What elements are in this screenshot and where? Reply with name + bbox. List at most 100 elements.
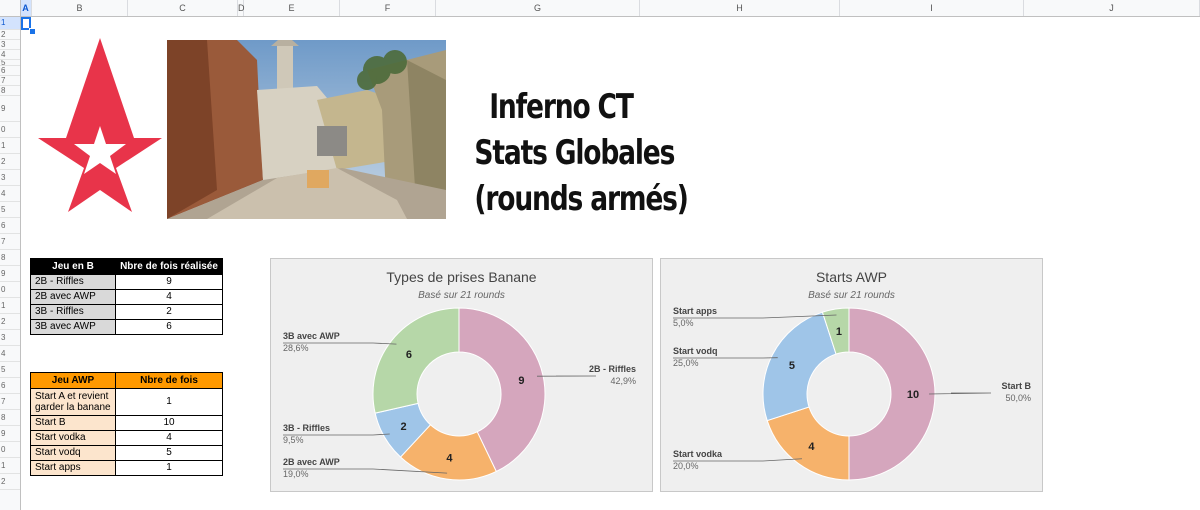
- slice-percent-label: 19,0%: [283, 469, 309, 479]
- row-label[interactable]: Start A et revient garder la banane: [30, 388, 116, 416]
- row-header[interactable]: 9: [0, 426, 20, 442]
- row-label[interactable]: Start vodq: [30, 445, 116, 461]
- slice-name-label: 2B - Riffles: [589, 364, 636, 374]
- row-header[interactable]: 4: [0, 50, 20, 60]
- row-label[interactable]: 2B - Riffles: [30, 274, 116, 290]
- row-label[interactable]: 3B avec AWP: [30, 319, 116, 335]
- column-header-c[interactable]: C: [128, 0, 238, 16]
- title-line-2: Stats Globales: [474, 133, 675, 173]
- row-header[interactable]: 8: [0, 86, 20, 96]
- column-header-b[interactable]: B: [32, 0, 128, 16]
- row-header[interactable]: 6: [0, 378, 20, 394]
- row-header[interactable]: 2: [0, 474, 20, 490]
- column-header-e[interactable]: E: [244, 0, 340, 16]
- column-header-a[interactable]: A: [20, 0, 32, 16]
- row-header[interactable]: 2: [0, 314, 20, 330]
- row-header-bar: 12345678901234567890123456789012: [0, 16, 21, 510]
- row-header[interactable]: 2: [0, 30, 20, 40]
- header-jeu-en-b[interactable]: Jeu en B: [30, 258, 116, 275]
- row-header[interactable]: 5: [0, 202, 20, 218]
- table-row: 2B avec AWP 4: [30, 289, 223, 305]
- row-value[interactable]: 4: [115, 289, 223, 305]
- row-label[interactable]: Start apps: [30, 460, 116, 476]
- fill-handle[interactable]: [29, 28, 36, 35]
- slice-name-label: Start vodka: [673, 449, 723, 459]
- row-header[interactable]: 1: [0, 458, 20, 474]
- row-value[interactable]: 5: [115, 445, 223, 461]
- row-header[interactable]: 8: [0, 250, 20, 266]
- slice-name-label: Start vodq: [673, 346, 718, 356]
- slice-name-label: 3B - Riffles: [283, 423, 330, 433]
- logo-star-shape: [38, 38, 162, 212]
- row-header[interactable]: 9: [0, 96, 20, 122]
- row-value[interactable]: 1: [115, 388, 223, 416]
- title-line-3: (rounds armés): [474, 179, 688, 219]
- slice-value-label: 1: [836, 326, 842, 338]
- slice-value-label: 4: [808, 441, 815, 453]
- row-label-line-1: Start A et revient: [35, 391, 109, 402]
- table-row: Start apps 1: [30, 460, 223, 476]
- slice-name-label: Start apps: [673, 306, 717, 316]
- chart-starts-awp[interactable]: Starts AWP Basé sur 21 rounds 10 Start B5…: [660, 258, 1043, 492]
- slice-percent-label: 5,0%: [673, 318, 694, 328]
- slice-value-label: 9: [518, 375, 524, 387]
- column-header-i[interactable]: I: [840, 0, 1024, 16]
- row-header[interactable]: 1: [0, 298, 20, 314]
- slice-percent-label: 28,6%: [283, 343, 309, 353]
- row-header[interactable]: 6: [0, 218, 20, 234]
- row-header[interactable]: 4: [0, 186, 20, 202]
- table-row: 2B - Riffles 9: [30, 274, 223, 290]
- table-row: 3B - Riffles 2: [30, 304, 223, 320]
- slice-name-label: 2B avec AWP: [283, 457, 340, 467]
- table-row: Start vodka 4: [30, 430, 223, 446]
- row-header[interactable]: 7: [0, 394, 20, 410]
- row-label[interactable]: 3B - Riffles: [30, 304, 116, 320]
- column-header-bar: ABCDEFGHIJ: [0, 0, 1200, 17]
- inferno-map-screenshot: [167, 40, 446, 219]
- row-value[interactable]: 1: [115, 460, 223, 476]
- slice-value-label: 10: [907, 389, 919, 401]
- row-header[interactable]: 0: [0, 442, 20, 458]
- select-all-corner[interactable]: [0, 0, 21, 17]
- slice-percent-label: 25,0%: [673, 358, 699, 368]
- row-value[interactable]: 4: [115, 430, 223, 446]
- row-value[interactable]: 6: [115, 319, 223, 335]
- header-nbre-de-fois-realisee[interactable]: Nbre de fois réalisée: [115, 258, 223, 275]
- row-value[interactable]: 2: [115, 304, 223, 320]
- slice-value-label: 6: [406, 349, 412, 361]
- row-header[interactable]: 6: [0, 66, 20, 76]
- row-header[interactable]: 0: [0, 282, 20, 298]
- column-header-f[interactable]: F: [340, 0, 436, 16]
- row-header[interactable]: 7: [0, 234, 20, 250]
- row-label[interactable]: Start vodka: [30, 430, 116, 446]
- slice-percent-label: 42,9%: [610, 376, 636, 386]
- header-nbre-de-fois[interactable]: Nbre de fois: [115, 372, 223, 389]
- row-header[interactable]: 3: [0, 330, 20, 346]
- header-jeu-awp[interactable]: Jeu AWP: [30, 372, 116, 389]
- row-label[interactable]: Start B: [30, 415, 116, 431]
- row-header[interactable]: 8: [0, 410, 20, 426]
- row-header[interactable]: 3: [0, 170, 20, 186]
- column-header-g[interactable]: G: [436, 0, 640, 16]
- row-header[interactable]: 7: [0, 76, 20, 86]
- row-header[interactable]: 4: [0, 346, 20, 362]
- donut-slice[interactable]: [372, 307, 460, 414]
- chart-types-de-prises-banane[interactable]: Types de prises Banane Basé sur 21 round…: [270, 258, 653, 492]
- row-header[interactable]: 3: [0, 40, 20, 50]
- column-header-j[interactable]: J: [1024, 0, 1200, 16]
- row-label[interactable]: 2B avec AWP: [30, 289, 116, 305]
- table-row: Start vodq 5: [30, 445, 223, 461]
- donut-slice[interactable]: [762, 311, 837, 422]
- column-header-h[interactable]: H: [640, 0, 840, 16]
- row-value[interactable]: 10: [115, 415, 223, 431]
- row-header[interactable]: 1: [0, 138, 20, 154]
- row-header[interactable]: 1: [0, 16, 20, 30]
- slice-name-label: 3B avec AWP: [283, 331, 340, 341]
- row-header[interactable]: 0: [0, 122, 20, 138]
- row-header[interactable]: 9: [0, 266, 20, 282]
- row-value[interactable]: 9: [115, 274, 223, 290]
- donut-slice[interactable]: [848, 307, 936, 481]
- row-header[interactable]: 5: [0, 362, 20, 378]
- donut-chart-svg: 9 2B - Riffles 42,9% 4 2B avec AWP 19,0% 2 3B -…: [283, 307, 636, 481]
- row-header[interactable]: 2: [0, 154, 20, 170]
